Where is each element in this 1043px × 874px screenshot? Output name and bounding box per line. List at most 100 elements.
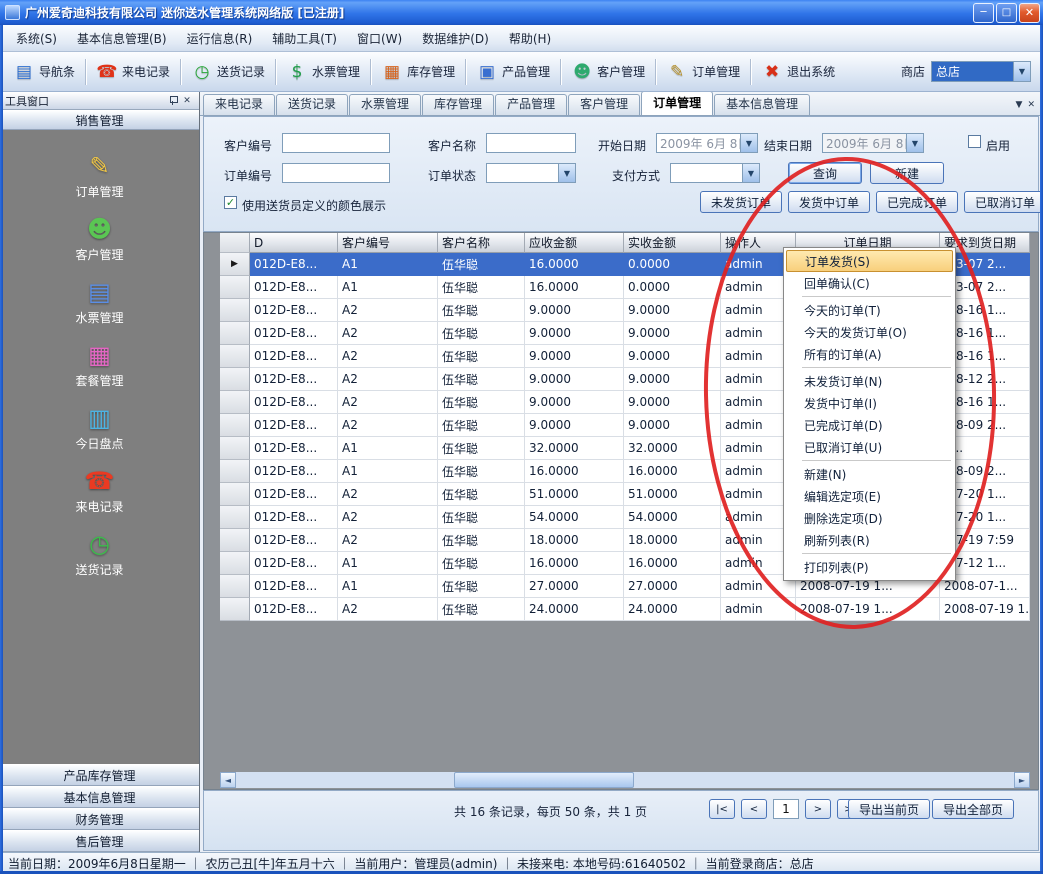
tab-7[interactable]: 订单管理 bbox=[641, 91, 713, 115]
toolbar-button-6[interactable]: ▣产品管理 bbox=[469, 57, 557, 87]
context-menu-item[interactable]: 发货中订单(I) bbox=[786, 392, 953, 414]
row-selector-header[interactable] bbox=[220, 233, 250, 253]
close-button[interactable]: ✕ bbox=[1019, 3, 1040, 23]
row-selector[interactable] bbox=[220, 598, 250, 621]
sidebar-group-sales[interactable]: 销售管理 bbox=[0, 110, 199, 130]
export-current-page-button[interactable]: 导出当前页 bbox=[848, 799, 930, 819]
scroll-left-icon[interactable]: ◄ bbox=[220, 772, 236, 788]
store-select[interactable]: 总店 ▼ bbox=[931, 61, 1031, 82]
tab-4[interactable]: 库存管理 bbox=[422, 94, 494, 115]
query-button[interactable]: 查询 bbox=[788, 162, 862, 184]
sidebar-group-1[interactable]: 产品库存管理 bbox=[0, 764, 199, 786]
tab-3[interactable]: 水票管理 bbox=[349, 94, 421, 115]
row-selector[interactable] bbox=[220, 529, 250, 552]
horizontal-scrollbar[interactable]: ◄ ► bbox=[220, 772, 1030, 788]
sidebar-group-3[interactable]: 财务管理 bbox=[0, 808, 199, 830]
next-page-button[interactable]: > bbox=[805, 799, 831, 819]
context-menu-item[interactable]: 未发货订单(N) bbox=[786, 370, 953, 392]
column-header[interactable]: D bbox=[250, 233, 338, 253]
prev-page-button[interactable]: < bbox=[741, 799, 767, 819]
first-page-button[interactable]: |< bbox=[709, 799, 735, 819]
row-selector[interactable] bbox=[220, 368, 250, 391]
sidebar-item-7[interactable]: ◷送货记录 bbox=[0, 522, 199, 585]
sidebar-item-1[interactable]: ✎订单管理 bbox=[0, 144, 199, 207]
menu-item-7[interactable]: 帮助(H) bbox=[499, 25, 561, 51]
scrollbar-thumb[interactable] bbox=[454, 772, 634, 788]
sidebar-group-4[interactable]: 售后管理 bbox=[0, 830, 199, 852]
tab-menu-icon[interactable]: ▼ bbox=[1016, 100, 1023, 110]
status-filter-button-1[interactable]: 未发货订单 bbox=[700, 191, 782, 213]
sidebar-item-6[interactable]: ☎来电记录 bbox=[0, 459, 199, 522]
sidebar-item-2[interactable]: ☻客户管理 bbox=[0, 207, 199, 270]
row-selector[interactable] bbox=[220, 437, 250, 460]
customer-no-input[interactable] bbox=[282, 133, 390, 153]
toolbar-button-8[interactable]: ✎订单管理 bbox=[659, 57, 747, 87]
page-number-input[interactable] bbox=[773, 799, 799, 819]
row-selector[interactable] bbox=[220, 506, 250, 529]
restore-button[interactable]: □ bbox=[996, 3, 1017, 23]
tab-2[interactable]: 送货记录 bbox=[276, 94, 348, 115]
column-header[interactable]: 应收金额 bbox=[525, 233, 624, 253]
context-menu-item[interactable]: 订单发货(S) bbox=[786, 250, 953, 272]
toolbar-button-7[interactable]: ☻客户管理 bbox=[564, 57, 652, 87]
tab-8[interactable]: 基本信息管理 bbox=[714, 94, 810, 115]
start-date-picker[interactable]: 2009年 6月 8日 ▼ bbox=[656, 133, 758, 153]
column-header[interactable]: 实收金额 bbox=[624, 233, 721, 253]
table-row[interactable]: 012D-E8...A2伍华聪24.000024.0000admin2008-0… bbox=[220, 598, 1030, 621]
sidebar-group-2[interactable]: 基本信息管理 bbox=[0, 786, 199, 808]
status-filter-button-3[interactable]: 已完成订单 bbox=[876, 191, 958, 213]
tab-close-icon[interactable]: ✕ bbox=[1027, 100, 1035, 110]
row-selector[interactable] bbox=[220, 299, 250, 322]
tab-6[interactable]: 客户管理 bbox=[568, 94, 640, 115]
row-selector[interactable] bbox=[220, 322, 250, 345]
context-menu-item[interactable]: 已完成订单(D) bbox=[786, 414, 953, 436]
toolbar-button-1[interactable]: ▤导航条 bbox=[6, 57, 82, 87]
toolbar-button-4[interactable]: $水票管理 bbox=[279, 57, 367, 87]
row-selector[interactable] bbox=[220, 276, 250, 299]
deliverer-color-checkbox[interactable]: ✓ bbox=[224, 196, 237, 209]
row-selector[interactable] bbox=[220, 575, 250, 598]
menu-item-4[interactable]: 辅助工具(T) bbox=[262, 25, 347, 51]
dropdown-arrow-icon[interactable]: ▼ bbox=[740, 134, 757, 152]
order-no-input[interactable] bbox=[282, 163, 390, 183]
menu-item-2[interactable]: 基本信息管理(B) bbox=[67, 25, 177, 51]
context-menu-item[interactable]: 今天的订单(T) bbox=[786, 299, 953, 321]
toolbar-button-5[interactable]: ▦库存管理 bbox=[374, 57, 462, 87]
row-selector[interactable] bbox=[220, 414, 250, 437]
customer-name-input[interactable] bbox=[486, 133, 576, 153]
menu-item-5[interactable]: 窗口(W) bbox=[347, 25, 412, 51]
context-menu-item[interactable]: 已取消订单(U) bbox=[786, 436, 953, 458]
tab-5[interactable]: 产品管理 bbox=[495, 94, 567, 115]
pay-method-select[interactable]: ▼ bbox=[670, 163, 760, 183]
context-menu-item[interactable]: 刷新列表(R) bbox=[786, 529, 953, 551]
column-header[interactable]: 客户名称 bbox=[438, 233, 525, 253]
sidebar-item-5[interactable]: ▥今日盘点 bbox=[0, 396, 199, 459]
menu-item-6[interactable]: 数据维护(D) bbox=[412, 25, 499, 51]
context-menu-item[interactable]: 新建(N) bbox=[786, 463, 953, 485]
toolbar-button-2[interactable]: ☎来电记录 bbox=[89, 57, 177, 87]
row-selector[interactable] bbox=[220, 483, 250, 506]
row-selector[interactable]: ▶ bbox=[220, 253, 250, 276]
end-date-picker[interactable]: 2009年 6月 8日 ▼ bbox=[822, 133, 924, 153]
scrollbar-track[interactable] bbox=[236, 772, 1014, 788]
row-selector[interactable] bbox=[220, 345, 250, 368]
new-button[interactable]: 新建 bbox=[870, 162, 944, 184]
toolbar-button-3[interactable]: ◷送货记录 bbox=[184, 57, 272, 87]
scroll-right-icon[interactable]: ► bbox=[1014, 772, 1030, 788]
menu-item-3[interactable]: 运行信息(R) bbox=[177, 25, 263, 51]
row-selector[interactable] bbox=[220, 391, 250, 414]
export-all-pages-button[interactable]: 导出全部页 bbox=[932, 799, 1014, 819]
enable-checkbox[interactable] bbox=[968, 135, 981, 148]
context-menu-item[interactable]: 编辑选定项(E) bbox=[786, 485, 953, 507]
context-menu-item[interactable]: 今天的发货订单(O) bbox=[786, 321, 953, 343]
dropdown-arrow-icon[interactable]: ▼ bbox=[558, 164, 575, 182]
dropdown-arrow-icon[interactable]: ▼ bbox=[906, 134, 923, 152]
dropdown-arrow-icon[interactable]: ▼ bbox=[742, 164, 759, 182]
dropdown-arrow-icon[interactable]: ▼ bbox=[1013, 62, 1030, 81]
menu-item-1[interactable]: 系统(S) bbox=[6, 25, 67, 51]
status-filter-button-4[interactable]: 已取消订单 bbox=[964, 191, 1043, 213]
column-header[interactable]: 客户编号 bbox=[338, 233, 438, 253]
toolbar-button-9[interactable]: ✖退出系统 bbox=[754, 57, 842, 87]
minimize-button[interactable]: ─ bbox=[973, 3, 994, 23]
tab-1[interactable]: 来电记录 bbox=[203, 94, 275, 115]
